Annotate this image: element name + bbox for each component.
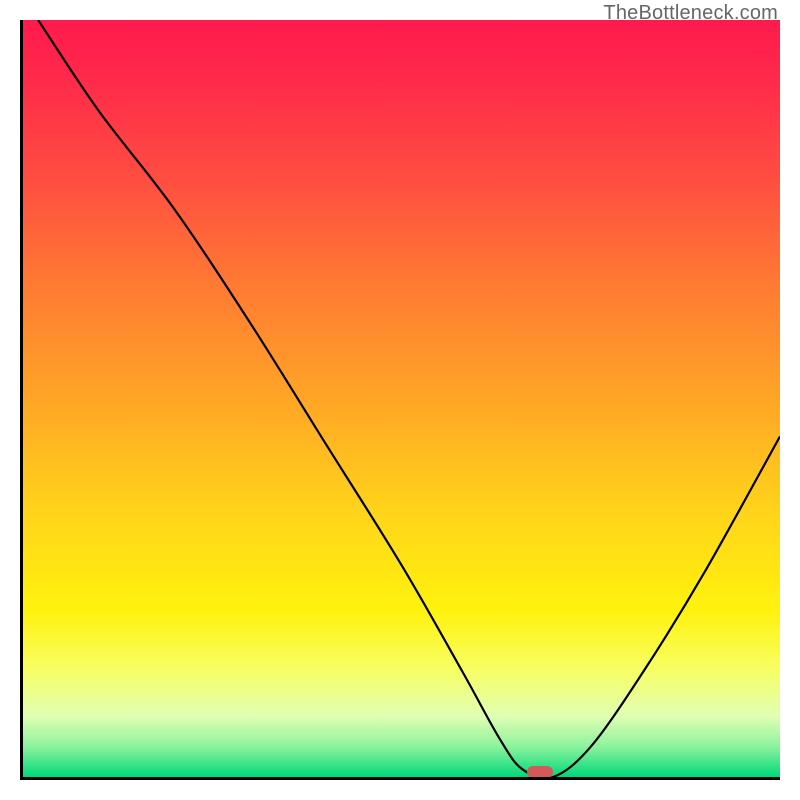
curve-svg: [23, 20, 780, 777]
optimal-point-marker: [527, 766, 553, 778]
plot-area: [20, 20, 780, 780]
chart-container: TheBottleneck.com: [0, 0, 800, 800]
bottleneck-curve: [38, 20, 780, 777]
